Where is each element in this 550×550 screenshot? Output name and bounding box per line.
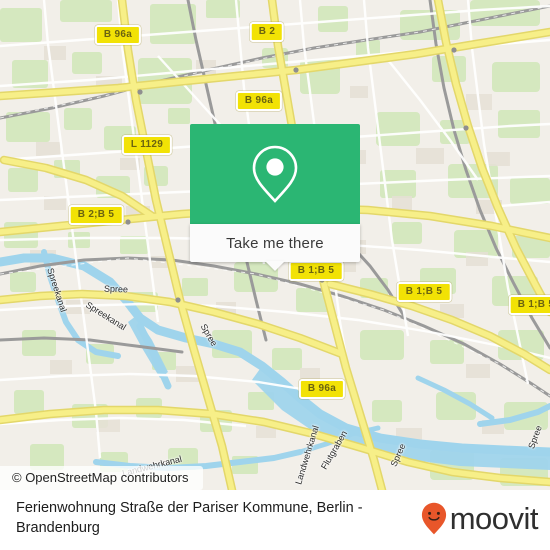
road-shield: B 1;B 5 <box>288 261 344 281</box>
popup-action-bar[interactable]: Take me there <box>190 224 360 271</box>
popup-tail <box>265 261 285 271</box>
road-shield: L 1129 <box>121 135 173 155</box>
road-shield: B 1;B 5 <box>508 295 550 315</box>
road-shield: B 96a <box>94 25 142 45</box>
location-popup-card[interactable]: Take me there <box>190 124 360 271</box>
map-pin-icon <box>252 145 298 203</box>
footer-bar: Ferienwohnung Straße der Pariser Kommune… <box>0 490 550 550</box>
moovit-wordmark: moovit <box>449 501 539 536</box>
moovit-logo[interactable]: moovit <box>421 501 539 536</box>
map-canvas[interactable]: Spreekanal Spreekanal Spree Spree Landwehrka… <box>0 0 550 490</box>
road-shield: B 2;B 5 <box>68 205 124 225</box>
road-shield: B 1;B 5 <box>396 282 452 302</box>
road-shield: B 2 <box>249 22 285 42</box>
map-screenshot: Spreekanal Spreekanal Spree Spree Landwehrka… <box>0 0 550 550</box>
moovit-pin-icon <box>421 502 446 535</box>
road-shield: B 96a <box>298 379 346 399</box>
popup-icon-area <box>190 124 360 224</box>
take-me-there-label: Take me there <box>226 234 324 252</box>
road-shield: B 96a <box>235 91 283 111</box>
map-attribution[interactable]: © OpenStreetMap contributors <box>0 466 203 490</box>
water-label: Spree <box>103 283 129 295</box>
page-title: Ferienwohnung Straße der Pariser Kommune… <box>16 500 363 536</box>
